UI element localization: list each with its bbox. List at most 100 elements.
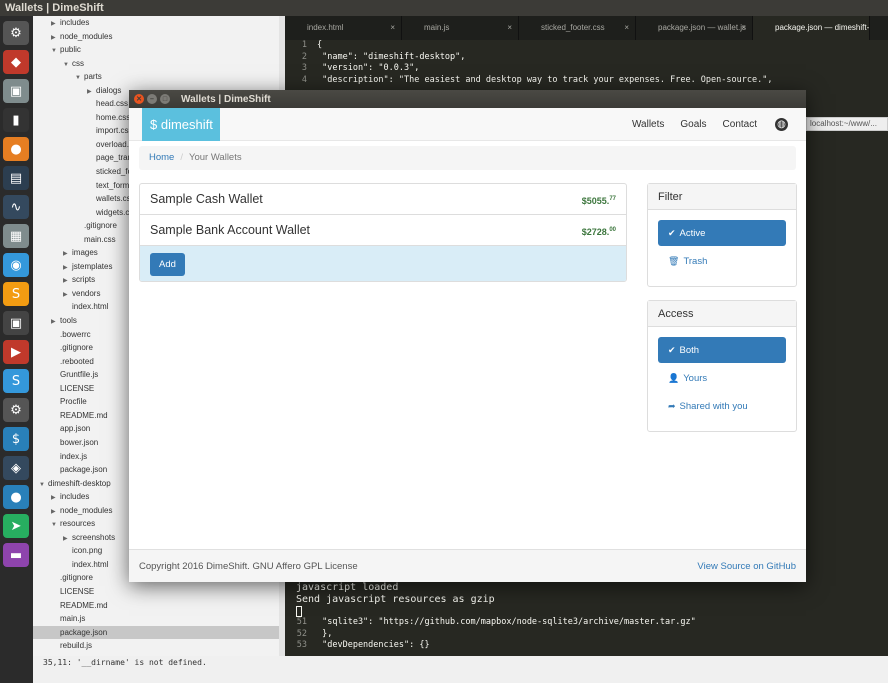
- editor-tab-label: sticked_footer.css: [541, 23, 605, 32]
- minimize-window-icon[interactable]: –: [147, 94, 157, 104]
- access-both-button[interactable]: ✔ Both: [658, 337, 786, 363]
- window-titlebar[interactable]: ✕ – □ Wallets | DimeShift: [129, 90, 806, 108]
- launcher-app-icon[interactable]: ●: [3, 485, 29, 509]
- tree-item-label: vendors: [72, 288, 101, 298]
- brand-logo[interactable]: $ dimeshift: [142, 108, 220, 141]
- editor-tab-label: main.js: [424, 23, 450, 32]
- close-tab-icon[interactable]: ×: [624, 16, 629, 40]
- tree-item-label: index.js: [60, 451, 88, 461]
- code-line: 4 "description": "The easiest and deskto…: [285, 75, 888, 87]
- tree-item[interactable]: package.json: [33, 625, 285, 640]
- launcher-app-icon[interactable]: ▤: [3, 166, 29, 190]
- editor-tabs: index.html × main.js × sticked_footer.css × pa…: [285, 16, 888, 40]
- launcher-app-icon[interactable]: ▣: [3, 79, 29, 103]
- launcher-app-icon[interactable]: ▦: [3, 224, 29, 248]
- tree-item-label: icon.png: [72, 546, 103, 556]
- close-tab-icon[interactable]: ×: [390, 16, 395, 40]
- maximize-window-icon[interactable]: □: [160, 94, 170, 104]
- launcher-app-icon[interactable]: ◉: [3, 253, 29, 277]
- wallet-item[interactable]: Sample Bank Account Wallet $2728.00: [140, 215, 626, 246]
- tree-item-label: home.css: [96, 112, 131, 122]
- tree-item-label: scripts: [72, 275, 96, 285]
- launcher-app-icon[interactable]: ▮: [3, 108, 29, 132]
- github-link[interactable]: View Source on GitHub: [697, 550, 796, 583]
- editor-tab[interactable]: index.html ×: [285, 16, 402, 40]
- tree-item-label: README.md: [60, 600, 108, 610]
- tree-item-label: screenshots: [72, 532, 116, 542]
- launcher-app-icon[interactable]: ▣: [3, 311, 29, 335]
- share-icon: ➦: [668, 401, 676, 411]
- tree-item[interactable]: main.js: [33, 612, 285, 626]
- tree-item-label: head.css: [96, 99, 129, 109]
- launcher-app-icon[interactable]: S: [3, 369, 29, 393]
- user-icon: 👤: [668, 373, 680, 383]
- launcher-app-icon[interactable]: ◆: [3, 50, 29, 74]
- filter-active-button[interactable]: ✔ Active: [658, 220, 786, 246]
- wallet-name: Sample Bank Account Wallet: [150, 223, 311, 237]
- globe-icon[interactable]: ◍: [775, 118, 788, 131]
- tree-item[interactable]: LICENSE: [33, 585, 285, 599]
- tree-item[interactable]: ▼ parts: [33, 70, 285, 84]
- tree-item[interactable]: ▼ public: [33, 43, 285, 57]
- tree-item[interactable]: ▶ node_modules: [33, 30, 285, 44]
- launcher-app-icon[interactable]: ∿: [3, 195, 29, 219]
- launcher-app-icon[interactable]: ▶: [3, 340, 29, 364]
- close-window-icon[interactable]: ✕: [134, 94, 144, 104]
- launcher-app-icon[interactable]: $: [3, 427, 29, 451]
- trash-icon: 🗑: [668, 256, 680, 266]
- tree-item-label: main.js: [60, 614, 86, 624]
- wallet-balance: $2728.00: [581, 227, 616, 237]
- tree-item-label: css: [72, 58, 84, 68]
- launcher-app-icon[interactable]: ⚙: [3, 21, 29, 45]
- window-title: Wallets | DimeShift: [181, 93, 271, 105]
- close-tab-icon[interactable]: ×: [741, 16, 746, 40]
- access-panel-title: Access: [648, 301, 796, 327]
- tree-item-label: resources: [60, 519, 96, 529]
- app-window: ✕ – □ Wallets | DimeShift $ dimeshift Wa…: [129, 90, 806, 582]
- filter-trash-button[interactable]: 🗑 Trash: [658, 248, 786, 274]
- nav-wallets-link[interactable]: Wallets: [632, 119, 664, 130]
- tree-item[interactable]: README.md: [33, 599, 285, 613]
- close-tab-icon[interactable]: ×: [507, 16, 512, 40]
- nav-contact-link[interactable]: Contact: [723, 119, 757, 130]
- access-shared-button[interactable]: ➦ Shared with you: [658, 393, 786, 419]
- access-yours-button[interactable]: 👤 Yours: [658, 365, 786, 391]
- launcher-app-icon[interactable]: S: [3, 282, 29, 306]
- tree-item-label: .bowerrc: [60, 329, 91, 339]
- nav-goals-link[interactable]: Goals: [680, 119, 706, 130]
- editor-tab-label: package.json — wallet.js: [658, 23, 747, 32]
- tree-item-label: LICENSE: [60, 383, 95, 393]
- editor-tab-label: index.html: [307, 23, 344, 32]
- line-number: 2: [301, 51, 307, 62]
- editor-tab[interactable]: main.js ×: [402, 16, 519, 40]
- editor-tab[interactable]: sticked_footer.css ×: [519, 16, 636, 40]
- launcher-app-icon[interactable]: ⚙: [3, 398, 29, 422]
- launcher-app-icon[interactable]: ●: [3, 137, 29, 161]
- breadcrumb-home-link[interactable]: Home: [149, 152, 174, 163]
- wallet-name: Sample Cash Wallet: [150, 192, 263, 206]
- tree-item-label: node_modules: [60, 31, 113, 41]
- wallet-list-footer: Add: [140, 246, 626, 281]
- url-fragment: localhost:~/www/...: [806, 117, 888, 131]
- tree-item[interactable]: ▼ css: [33, 57, 285, 71]
- add-wallet-button[interactable]: Add: [150, 253, 185, 276]
- tree-item-label: dialogs: [96, 85, 122, 95]
- launcher-app-icon[interactable]: ➤: [3, 514, 29, 538]
- tree-item-label: app.json: [60, 424, 91, 434]
- tree-item[interactable]: ▶ includes: [33, 16, 285, 30]
- footer-copyright: Copyright 2016 DimeShift. GNU Affero GPL…: [139, 561, 358, 572]
- check-icon: ✔: [668, 345, 676, 355]
- launcher-app-icon[interactable]: ◈: [3, 456, 29, 480]
- editor-tab[interactable]: package.json — dimeshift-desktop: [753, 16, 870, 40]
- code-text: "version": "0.0.3",: [317, 63, 420, 73]
- editor-tab[interactable]: package.json — wallet.js ×: [636, 16, 753, 40]
- tree-item-label: README.md: [60, 410, 108, 420]
- line-number: 4: [301, 74, 307, 85]
- tree-item[interactable]: rebuild.js: [33, 639, 285, 653]
- launcher: ⚙ ◆ ▣ ▮ ● ▤ ∿ ▦ ◉ S ▣ ▶ S ⚙ $ ◈ ● ➤ ▬: [0, 16, 33, 683]
- breadcrumb-current: Your Wallets: [188, 152, 242, 163]
- wallet-list: Sample Cash Wallet $5055.77 Sample Bank …: [139, 183, 627, 282]
- system-top-bar: Wallets | DimeShift: [0, 0, 888, 16]
- wallet-item[interactable]: Sample Cash Wallet $5055.77: [140, 184, 626, 215]
- launcher-app-icon[interactable]: ▬: [3, 543, 29, 567]
